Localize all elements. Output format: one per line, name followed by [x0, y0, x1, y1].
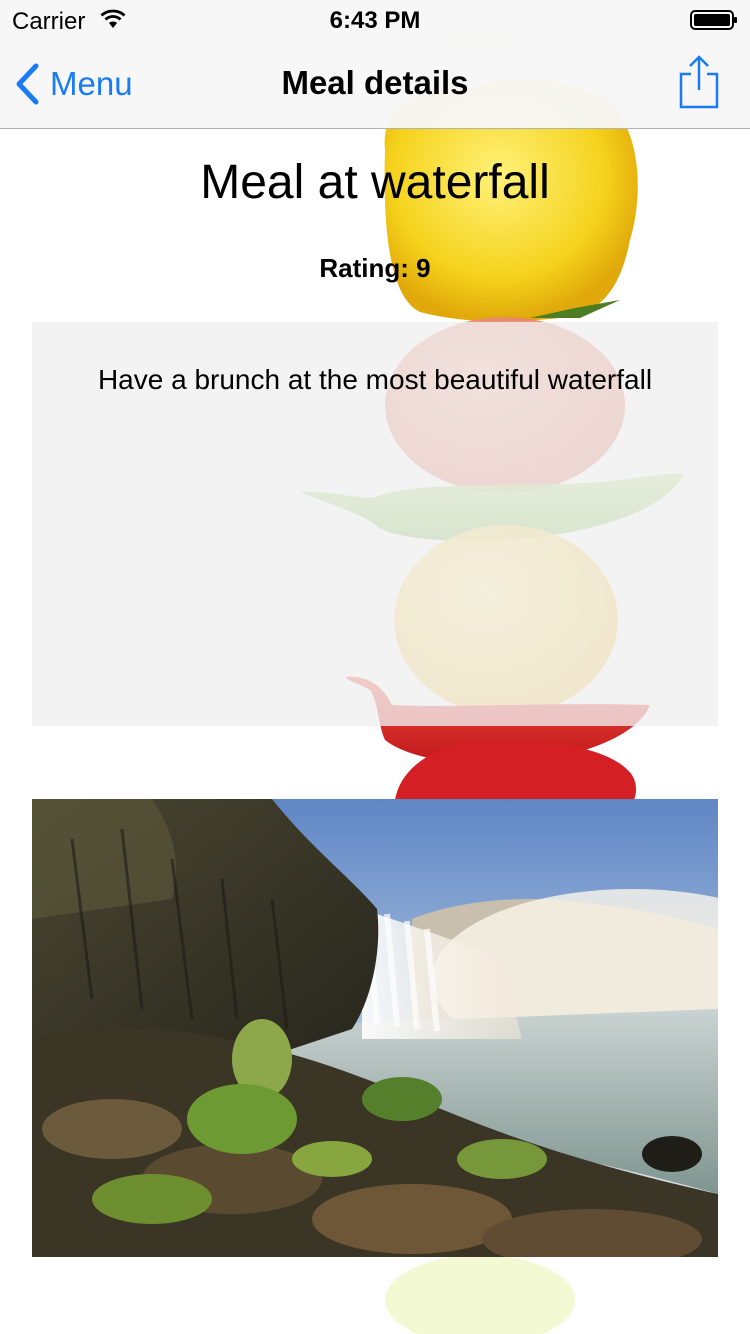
navigation-bar: Menu Meal details	[0, 40, 750, 129]
status-bar: Carrier 6:43 PM	[0, 0, 750, 40]
meal-description: Have a brunch at the most beautiful wate…	[97, 364, 653, 395]
status-time: 6:43 PM	[329, 7, 421, 34]
meal-photo	[32, 799, 718, 1257]
battery-icon	[690, 10, 737, 30]
page-title: Meal details	[281, 64, 469, 101]
meal-rating: Rating: 9	[319, 253, 431, 283]
waterfall-photo-image	[32, 799, 718, 1257]
share-icon[interactable]	[676, 54, 722, 110]
meal-title: Meal at waterfall	[200, 156, 550, 209]
description-box: Have a brunch at the most beautiful wate…	[32, 322, 718, 726]
